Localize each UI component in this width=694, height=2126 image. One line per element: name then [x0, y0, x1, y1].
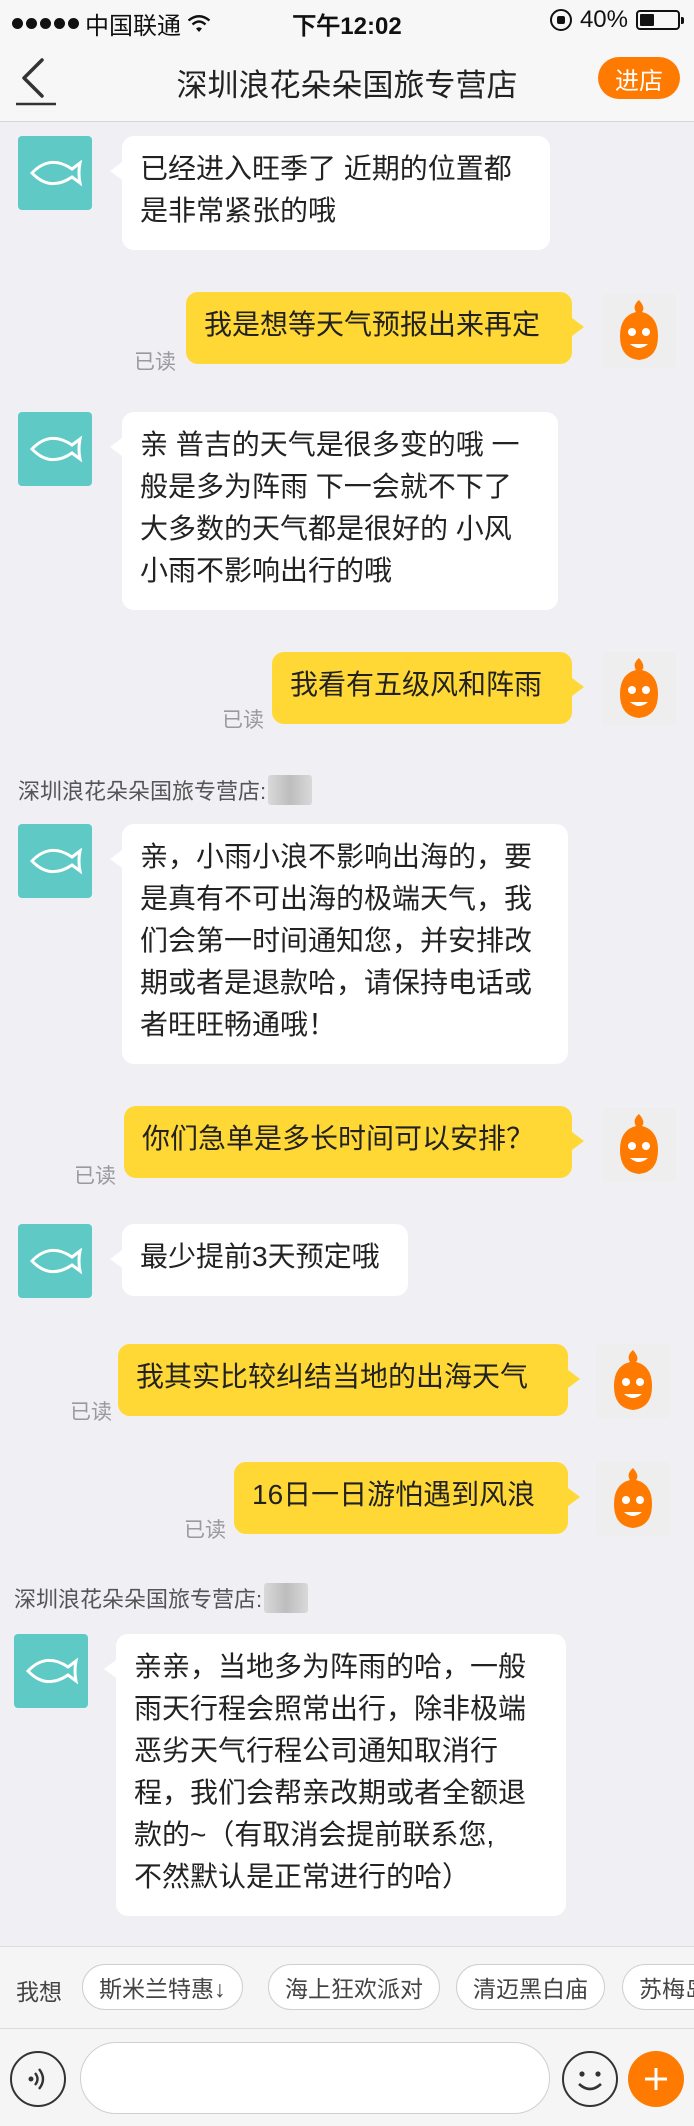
- message-bubble-shop: 最少提前3天预定哦: [110, 1224, 408, 1296]
- read-receipt: 已读: [70, 1401, 112, 1424]
- emoji-icon: [578, 2071, 602, 2091]
- plus-icon: [645, 2068, 667, 2090]
- read-receipt: 已读: [184, 1519, 226, 1542]
- blurred-timestamp: [268, 775, 313, 805]
- shop-avatar[interactable]: [18, 136, 92, 210]
- message-input[interactable]: [80, 2042, 550, 2114]
- orange-mascot-icon: [620, 1114, 658, 1174]
- shop-avatar[interactable]: [14, 1634, 88, 1708]
- suggestion-chip[interactable]: 斯米兰特惠↓: [82, 1964, 243, 2010]
- user-avatar[interactable]: [602, 652, 676, 726]
- orientation-lock-icon: [549, 9, 572, 31]
- user-avatar[interactable]: [602, 1108, 676, 1182]
- shop-avatar[interactable]: [18, 1224, 92, 1298]
- shop-avatar[interactable]: [18, 412, 92, 486]
- message-bubble-shop: 亲 普吉的天气是很多变的哦 一般是多为阵雨 下一会就不下了 大多数的天气都是很好…: [110, 412, 558, 610]
- fish-icon: [29, 435, 83, 463]
- orange-mascot-icon: [620, 300, 658, 360]
- suggestion-bar: 我想 斯米兰特惠↓ 海上狂欢派对 清迈黑白庙 苏梅岛: [0, 1946, 694, 2028]
- read-receipt: 已读: [222, 709, 264, 732]
- status-bar: 中国联通 下午12:02 40%: [0, 0, 694, 40]
- suggestion-chip[interactable]: 苏梅岛: [622, 1964, 694, 2010]
- fish-icon: [29, 159, 83, 187]
- nav-bar: 深圳浪花朵朵国旅专营店 进店: [0, 40, 694, 122]
- message-bubble-user: 我是想等天气预报出来再定: [186, 292, 584, 364]
- battery-percent: 40%: [579, 6, 628, 33]
- input-bar: [0, 2028, 694, 2126]
- suggestion-chip[interactable]: 清迈黑白庙: [456, 1964, 605, 2010]
- fish-icon: [29, 1247, 83, 1275]
- orange-mascot-icon: [620, 658, 658, 718]
- sender-name: 深圳浪花朵朵国旅专营店:: [18, 774, 313, 806]
- message-bubble-user: 16日一日游怕遇到风浪: [234, 1462, 580, 1534]
- message-bubble-user: 我看有五级风和阵雨: [272, 652, 584, 724]
- voice-button[interactable]: [10, 2051, 66, 2107]
- shop-title: 深圳浪花朵朵国旅专营店: [176, 68, 518, 103]
- orange-mascot-icon: [614, 1468, 652, 1528]
- enter-shop-button[interactable]: 进店: [598, 57, 680, 99]
- shop-avatar[interactable]: [18, 824, 92, 898]
- orange-mascot-icon: [614, 1350, 652, 1410]
- read-receipt: 已读: [74, 1165, 116, 1188]
- chat-area[interactable]: 已经进入旺季了 近期的位置都 是非常紧张的哦 已读 我是想等天气预报出来再定 亲 …: [0, 122, 694, 1946]
- suggestion-label: 我想: [16, 1979, 62, 2005]
- user-avatar[interactable]: [602, 294, 676, 368]
- voice-icon: [28, 2068, 45, 2090]
- more-button[interactable]: [628, 2051, 684, 2107]
- status-right: 40%: [549, 6, 684, 34]
- message-bubble-shop: 已经进入旺季了 近期的位置都 是非常紧张的哦: [110, 136, 550, 250]
- user-avatar[interactable]: [596, 1344, 670, 1418]
- sender-name: 深圳浪花朵朵国旅专营店:: [14, 1582, 309, 1614]
- battery-icon: [636, 10, 684, 30]
- message-bubble-shop: 亲，小雨小浪不影响出海的，要 是真有不可出海的极端天气，我 们会第一时间通知您，并…: [110, 824, 568, 1064]
- fish-icon: [29, 847, 83, 875]
- blurred-timestamp: [264, 1583, 309, 1613]
- read-receipt: 已读: [134, 351, 176, 374]
- user-avatar[interactable]: [596, 1462, 670, 1536]
- suggestion-chip[interactable]: 海上狂欢派对: [268, 1964, 440, 2010]
- fish-icon: [25, 1657, 79, 1685]
- message-bubble-shop: 亲亲，当地多为阵雨的哈，一般 雨天行程会照常出行，除非极端 恶劣天气行程公司通知取…: [104, 1634, 566, 1916]
- message-bubble-user: 我其实比较纠结当地的出海天气: [118, 1344, 580, 1416]
- message-bubble-user: 你们急单是多长时间可以安排？: [124, 1106, 584, 1178]
- emoji-button[interactable]: [562, 2051, 618, 2107]
